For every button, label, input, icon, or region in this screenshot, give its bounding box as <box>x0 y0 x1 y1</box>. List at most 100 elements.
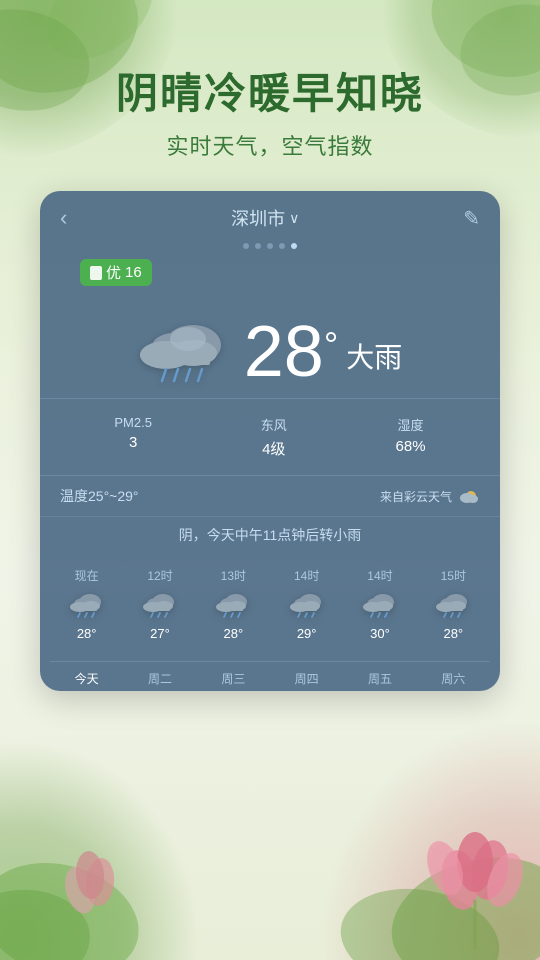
hourly-time-label: 13时 <box>221 567 246 584</box>
hourly-temp-label: 28° <box>443 626 463 641</box>
small-rain-icon <box>436 592 470 618</box>
hourly-time-row: 现在 12时 13时 14时 14时 15时 <box>50 567 490 584</box>
temp-range-row: 温度25°~29° 来自彩云天气 <box>40 476 500 516</box>
pagination-dots <box>40 239 500 259</box>
weather-description: 大雨 <box>346 336 402 376</box>
hourly-time-item: 现在 <box>50 567 123 584</box>
hourly-time-label: 14时 <box>367 567 392 584</box>
pagination-dot <box>243 243 249 249</box>
hourly-temp-label: 30° <box>370 626 390 641</box>
temperature-display: 28 ° 大雨 <box>244 316 403 388</box>
city-label: 深圳市 <box>231 205 285 231</box>
daily-divider <box>50 661 490 662</box>
back-button[interactable]: ‹ <box>60 205 67 231</box>
hourly-time-label: 15时 <box>441 567 466 584</box>
daily-label: 周三 <box>197 670 270 687</box>
hourly-temp-row: 28° 27° 28° 29° 30° 28° <box>50 626 490 641</box>
hourly-time-item: 13时 <box>197 567 270 584</box>
pagination-dot <box>279 243 285 249</box>
source-text: 来自彩云天气 <box>380 488 452 505</box>
source-row: 来自彩云天气 <box>380 487 480 505</box>
aqi-section: 优 16 <box>40 259 500 296</box>
hourly-temp-item: 28° <box>417 626 490 641</box>
weather-icon-large <box>138 317 228 387</box>
detail-item: 东风 4级 <box>261 415 287 459</box>
detail-item: PM2.5 3 <box>114 415 152 459</box>
aqi-label: 优 <box>106 262 121 283</box>
main-weather: 28 ° 大雨 <box>40 296 500 398</box>
hourly-time-label: 12时 <box>147 567 172 584</box>
hourly-time-label: 14时 <box>294 567 319 584</box>
hourly-weather-icon <box>290 592 324 618</box>
hourly-weather-icon <box>363 592 397 618</box>
hourly-icon-item <box>123 592 196 618</box>
hourly-temp-item: 30° <box>343 626 416 641</box>
hourly-weather-icon <box>143 592 177 618</box>
page-content: 阴晴冷暖早知晓 实时天气，空气指数 ‹ 深圳市 ∨ ✎ 优 16 <box>0 0 540 691</box>
daily-label: 周六 <box>417 670 490 687</box>
hourly-time-label: 现在 <box>75 567 99 584</box>
sub-title: 实时天气，空气指数 <box>166 129 373 161</box>
hourly-temp-item: 29° <box>270 626 343 641</box>
hourly-icon-item <box>197 592 270 618</box>
hourly-weather-icon <box>436 592 470 618</box>
aqi-bar-icon <box>90 266 102 280</box>
detail-value: 4级 <box>262 438 285 459</box>
background: 阴晴冷暖早知晓 实时天气，空气指数 ‹ 深圳市 ∨ ✎ 优 16 <box>0 0 540 960</box>
temperature-value: 28 <box>244 316 324 388</box>
bottom-left-leaf-deco <box>0 720 200 960</box>
detail-value: 68% <box>396 438 426 455</box>
daily-label: 周五 <box>343 670 416 687</box>
hourly-time-item: 12时 <box>123 567 196 584</box>
hourly-time-item: 15时 <box>417 567 490 584</box>
pagination-dot <box>255 243 261 249</box>
source-weather-icon <box>458 487 480 505</box>
small-rain-icon <box>70 592 104 618</box>
temp-range: 温度25°~29° <box>60 486 139 506</box>
daily-label: 今天 <box>50 670 123 687</box>
hourly-weather-icon <box>216 592 250 618</box>
hourly-temp-label: 28° <box>223 626 243 641</box>
hourly-icon-row <box>50 592 490 618</box>
main-title: 阴晴冷暖早知晓 <box>116 60 424 121</box>
hourly-temp-item: 27° <box>123 626 196 641</box>
hourly-temp-label: 29° <box>297 626 317 641</box>
daily-label: 周四 <box>270 670 343 687</box>
hourly-weather-icon <box>70 592 104 618</box>
edit-button[interactable]: ✎ <box>463 206 480 231</box>
detail-value: 3 <box>129 434 137 451</box>
small-rain-icon <box>290 592 324 618</box>
small-rain-icon <box>216 592 250 618</box>
temperature-unit: ° <box>324 324 338 366</box>
hourly-temp-label: 27° <box>150 626 170 641</box>
aqi-value: 16 <box>125 264 142 281</box>
daily-label: 周二 <box>123 670 196 687</box>
weather-description-text: 阴，今天中午11点钟后转小雨 <box>40 516 500 557</box>
weather-card: ‹ 深圳市 ∨ ✎ 优 16 <box>40 191 500 691</box>
hourly-temp-item: 28° <box>197 626 270 641</box>
hourly-icon-item <box>270 592 343 618</box>
bottom-right-lotus <box>300 700 540 960</box>
card-header: ‹ 深圳市 ∨ ✎ <box>40 191 500 239</box>
city-selector[interactable]: 深圳市 ∨ <box>231 205 299 231</box>
pagination-dot <box>291 243 297 249</box>
small-rain-icon <box>143 592 177 618</box>
detail-item: 湿度 68% <box>396 415 426 459</box>
detail-label: 湿度 <box>398 415 424 434</box>
weather-details: PM2.5 3 东风 4级 湿度 68% <box>40 398 500 476</box>
hourly-time-item: 14时 <box>270 567 343 584</box>
detail-label: PM2.5 <box>114 415 152 430</box>
small-rain-icon <box>363 592 397 618</box>
hourly-icon-item <box>50 592 123 618</box>
detail-label: 东风 <box>261 415 287 434</box>
hourly-temp-item: 28° <box>50 626 123 641</box>
hourly-temp-label: 28° <box>77 626 97 641</box>
rain-cloud-icon <box>138 317 228 387</box>
hourly-forecast: 现在 12时 13时 14时 14时 15时 <box>40 557 500 657</box>
hourly-icon-item <box>417 592 490 618</box>
daily-row: 今天周二周三周四周五周六 <box>40 670 500 691</box>
chevron-down-icon: ∨ <box>289 210 299 227</box>
aqi-badge: 优 16 <box>80 259 152 286</box>
pagination-dot <box>267 243 273 249</box>
hourly-time-item: 14时 <box>343 567 416 584</box>
